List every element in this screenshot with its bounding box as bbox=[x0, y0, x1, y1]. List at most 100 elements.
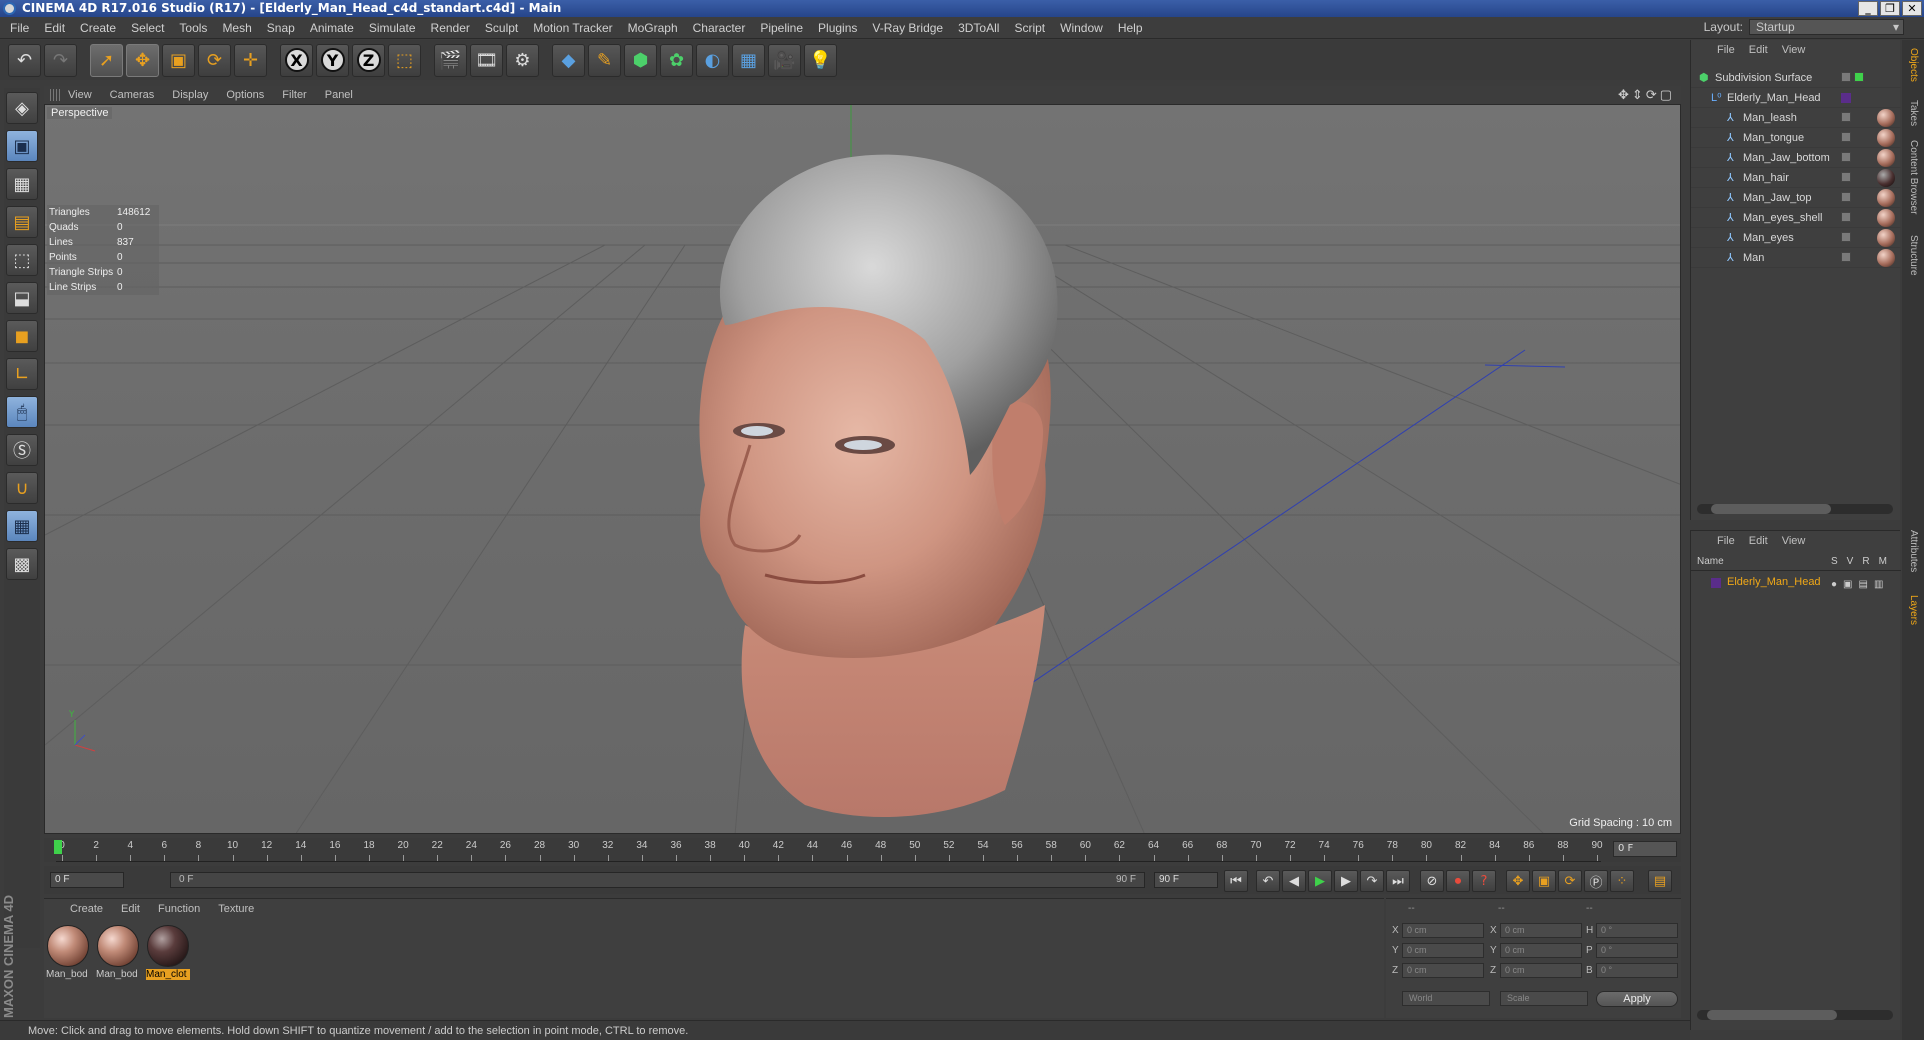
layer-menu-view[interactable]: View bbox=[1782, 535, 1806, 547]
material-tag[interactable] bbox=[1877, 169, 1895, 187]
polygons-mode-icon[interactable]: ◼ bbox=[6, 320, 38, 352]
size-z-field[interactable]: 0 cm bbox=[1500, 963, 1582, 978]
undo-button[interactable]: ↶ bbox=[8, 43, 41, 77]
light-icon[interactable]: 💡 bbox=[804, 43, 837, 77]
material-item[interactable]: Man_bod bbox=[96, 925, 140, 980]
size-y-field[interactable]: 0 cm bbox=[1500, 943, 1582, 958]
object-flags[interactable] bbox=[1841, 152, 1851, 162]
viewport-nav-icons[interactable]: ✥⇕⟳▢ bbox=[1618, 87, 1675, 103]
viewport-menu-cameras[interactable]: Cameras bbox=[110, 89, 155, 101]
subdivision-surface-icon[interactable]: ⬢ bbox=[624, 43, 657, 77]
object-flags[interactable] bbox=[1841, 252, 1851, 262]
material-tag[interactable] bbox=[1877, 149, 1895, 167]
model-mode-icon[interactable]: ▣ bbox=[6, 130, 38, 162]
layer-col-solo[interactable]: S bbox=[1831, 556, 1838, 567]
menu-select[interactable]: Select bbox=[131, 21, 164, 35]
layer-toggle-icons[interactable]: ● ▣ ▤ ▥ bbox=[1831, 576, 1883, 594]
object-flags[interactable] bbox=[1841, 72, 1864, 82]
rotate-tool-icon[interactable]: ⟳ bbox=[198, 43, 231, 77]
material-item[interactable]: Man_bod bbox=[46, 925, 90, 980]
object-flags[interactable] bbox=[1841, 212, 1851, 222]
end-frame-field[interactable]: 90 F bbox=[1154, 872, 1218, 888]
goto-start-icon[interactable]: ⏮ bbox=[1224, 870, 1248, 892]
snap-icon[interactable]: Ⓢ bbox=[6, 434, 38, 466]
material-tag[interactable] bbox=[1877, 189, 1895, 207]
menu-script[interactable]: Script bbox=[1014, 21, 1045, 35]
material-tag[interactable] bbox=[1877, 129, 1895, 147]
material-tag[interactable] bbox=[1877, 229, 1895, 247]
solo-icon[interactable]: ▩ bbox=[6, 548, 38, 580]
pen-spline-icon[interactable]: ✎ bbox=[588, 43, 621, 77]
position-y-field[interactable]: 0 cm bbox=[1402, 943, 1484, 958]
keyframe-selection-icon[interactable]: ⊘ bbox=[1420, 870, 1444, 892]
viewport-menu-view[interactable]: View bbox=[68, 89, 92, 101]
object-row-elderly-man-head[interactable]: L⁰ Elderly_Man_Head bbox=[1691, 88, 1901, 108]
menu-simulate[interactable]: Simulate bbox=[369, 21, 416, 35]
points-mode-icon[interactable]: ⬚ bbox=[6, 244, 38, 276]
viewport-menu-filter[interactable]: Filter bbox=[282, 89, 306, 101]
menu-window[interactable]: Window bbox=[1060, 21, 1103, 35]
object-menu-view[interactable]: View bbox=[1782, 44, 1806, 56]
next-frame-icon[interactable]: ▶ bbox=[1334, 870, 1358, 892]
menu-plugins[interactable]: Plugins bbox=[818, 21, 857, 35]
menu-motion-tracker[interactable]: Motion Tracker bbox=[533, 21, 612, 35]
workplane-mode-icon[interactable]: ▤ bbox=[6, 206, 38, 238]
preview-range-slider[interactable]: 0 F 90 F bbox=[170, 872, 1145, 888]
menu-tools[interactable]: Tools bbox=[179, 21, 207, 35]
camera-icon[interactable]: 🎥 bbox=[768, 43, 801, 77]
cloner-icon[interactable]: ✿ bbox=[660, 43, 693, 77]
redo-button[interactable]: ↷ bbox=[44, 43, 77, 77]
render-picture-viewer-icon[interactable]: 🎞 bbox=[470, 43, 503, 77]
prev-key-icon[interactable]: ↶ bbox=[1256, 870, 1280, 892]
menu-vray-bridge[interactable]: V-Ray Bridge bbox=[872, 21, 943, 35]
timeline-window-icon[interactable]: ▤ bbox=[1648, 870, 1672, 892]
object-menu-edit[interactable]: Edit bbox=[1749, 44, 1768, 56]
render-settings-icon[interactable]: ⚙ bbox=[506, 43, 539, 77]
deformer-icon[interactable]: ◐ bbox=[696, 43, 729, 77]
maximize-button[interactable]: ❐ bbox=[1880, 1, 1900, 16]
material-item[interactable]: Man_clot bbox=[146, 925, 190, 980]
material-menu-texture[interactable]: Texture bbox=[218, 903, 254, 915]
material-menu-edit[interactable]: Edit bbox=[121, 903, 140, 915]
layer-color-swatch[interactable] bbox=[1711, 578, 1721, 588]
material-tag[interactable] bbox=[1877, 249, 1895, 267]
key-scale-icon[interactable]: ▣ bbox=[1532, 870, 1556, 892]
recent-tools-icon[interactable]: ✛ bbox=[234, 43, 267, 77]
make-editable-icon[interactable]: ◈ bbox=[6, 92, 38, 124]
minimize-button[interactable]: _ bbox=[1858, 1, 1878, 16]
layer-menu-file[interactable]: File bbox=[1717, 535, 1735, 547]
goto-end-icon[interactable]: ⏭ bbox=[1386, 870, 1410, 892]
rotation-b-field[interactable]: 0 ° bbox=[1596, 963, 1678, 978]
layer-menu-edit[interactable]: Edit bbox=[1749, 535, 1768, 547]
perspective-viewport[interactable]: Y Perspective Triangles 148612 Quads 0 Lin… bbox=[44, 104, 1681, 834]
floor-icon[interactable]: ▦ bbox=[732, 43, 765, 77]
autokey-icon[interactable]: ? bbox=[1472, 870, 1496, 892]
menu-help[interactable]: Help bbox=[1118, 21, 1143, 35]
menu-mesh[interactable]: Mesh bbox=[222, 21, 251, 35]
material-tag[interactable] bbox=[1877, 109, 1895, 127]
axis-mode-icon[interactable]: ∟ bbox=[6, 358, 38, 390]
next-key-icon[interactable]: ↷ bbox=[1360, 870, 1384, 892]
layer-color-tag[interactable] bbox=[1841, 93, 1851, 103]
y-axis-lock-icon[interactable]: Y bbox=[316, 43, 349, 77]
texture-mode-icon[interactable]: ▦ bbox=[6, 168, 38, 200]
menu-character[interactable]: Character bbox=[693, 21, 746, 35]
position-z-field[interactable]: 0 cm bbox=[1402, 963, 1484, 978]
object-row-man-eyes[interactable]: ⅄ Man_eyes bbox=[1691, 228, 1901, 248]
apply-button[interactable]: Apply bbox=[1596, 991, 1678, 1007]
z-axis-lock-icon[interactable]: Z bbox=[352, 43, 385, 77]
key-position-icon[interactable]: ✥ bbox=[1506, 870, 1530, 892]
render-view-icon[interactable]: 🎬 bbox=[434, 43, 467, 77]
workplane-lock-icon[interactable]: ▦ bbox=[6, 510, 38, 542]
key-pla-icon[interactable]: ⁘ bbox=[1610, 870, 1634, 892]
close-button[interactable]: ✕ bbox=[1902, 1, 1922, 16]
live-selection-icon[interactable]: ➚ bbox=[90, 43, 123, 77]
timeline-ruler[interactable]: 0 2 4 6 8 10 12 14 16 18 20 22 24 26 28 30 32 34 36 38 40 42 4… bbox=[56, 838, 1603, 862]
object-row-man[interactable]: ⅄ Man bbox=[1691, 248, 1901, 268]
object-flags[interactable] bbox=[1841, 172, 1851, 182]
layer-col-manager[interactable]: M bbox=[1879, 556, 1887, 567]
size-mode-dropdown[interactable]: Scale bbox=[1500, 991, 1588, 1006]
menu-3dtoall[interactable]: 3DToAll bbox=[958, 21, 999, 35]
object-row-subdivision-surface[interactable]: ⬢ Subdivision Surface bbox=[1691, 68, 1901, 88]
menu-pipeline[interactable]: Pipeline bbox=[760, 21, 803, 35]
